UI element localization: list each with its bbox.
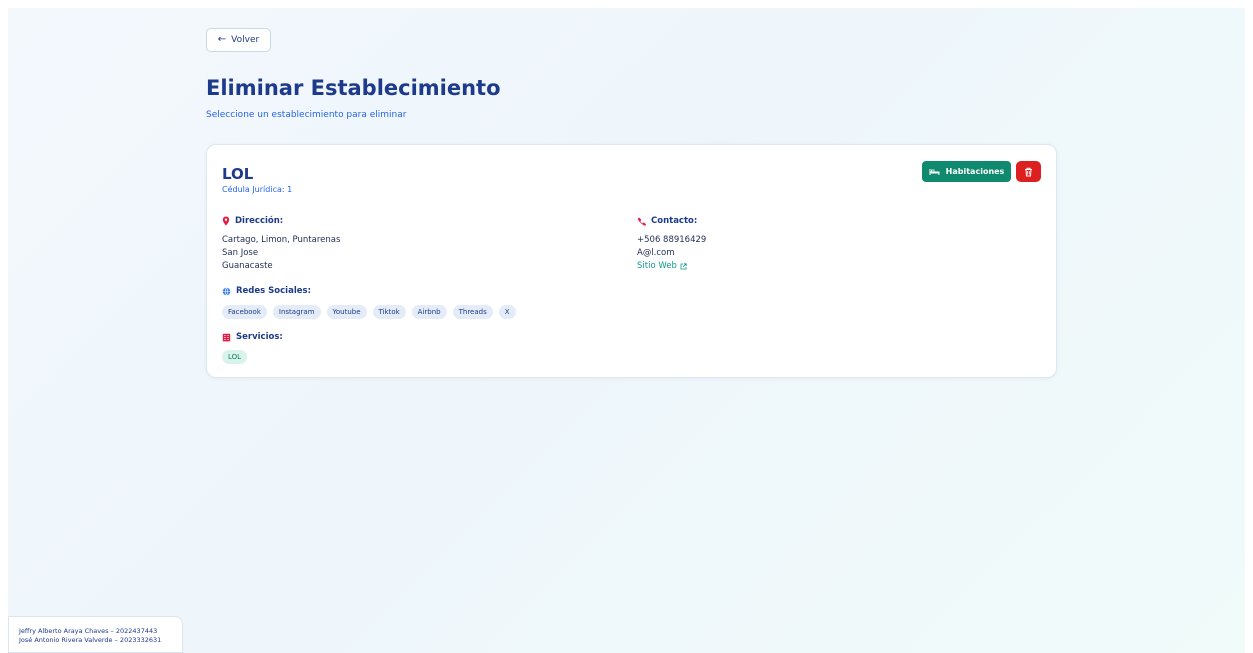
address-lines: Cartago, Limon, Puntarenas San Jose Guan…: [222, 234, 340, 273]
establishment-name: LOL: [222, 165, 254, 183]
social-tag-instagram[interactable]: Instagram: [272, 305, 321, 319]
arrow-left-icon: ←: [217, 34, 227, 45]
page: ← Volver Eliminar Establecimiento Selecc…: [8, 8, 1245, 653]
back-button-label: Volver: [231, 35, 260, 45]
address-line: Guanacaste: [222, 261, 273, 271]
credit-line: José Antonio Rivera Valverde – 202333263…: [19, 636, 162, 644]
contact-phone: +506 88916429: [637, 235, 707, 245]
delete-button[interactable]: [1016, 161, 1041, 182]
phone-icon: [637, 217, 646, 226]
social-heading-label: Redes Sociales:: [236, 286, 311, 296]
social-tag-youtube[interactable]: Youtube: [326, 305, 367, 319]
social-tag-facebook[interactable]: Facebook: [222, 305, 267, 319]
address-heading: Dirección:: [222, 216, 283, 226]
address-line: San Jose: [222, 248, 259, 258]
credits-footer: Jeffry Alberto Araya Chaves – 2022437443…: [8, 616, 183, 653]
address-heading-label: Dirección:: [235, 216, 284, 226]
location-pin-icon: [222, 216, 230, 226]
social-tag-airbnb[interactable]: Airbnb: [411, 305, 447, 319]
address-line: Cartago, Limon, Puntarenas: [222, 235, 341, 245]
social-tag-tiktok[interactable]: Tiktok: [372, 305, 406, 319]
services-heading: Servicios:: [222, 332, 283, 342]
building-icon: [222, 333, 231, 341]
bed-icon: [929, 168, 940, 175]
page-subtitle: Seleccione un establecimiento para elimi…: [206, 110, 407, 120]
page-title: Eliminar Establecimiento: [206, 76, 501, 100]
website-link[interactable]: Sitio Web: [637, 260, 687, 273]
credit-line: Jeffry Alberto Araya Chaves – 2022437443: [19, 627, 158, 635]
website-link-label: Sitio Web: [637, 261, 677, 271]
establishment-cedula: Cédula Jurídica: 1: [222, 185, 293, 194]
social-tag-x[interactable]: X: [498, 305, 516, 319]
contact-heading-label: Contacto:: [651, 216, 698, 226]
rooms-button-label: Habitaciones: [945, 167, 1005, 176]
service-tag: LOL: [222, 350, 248, 364]
trash-icon: [1025, 167, 1032, 176]
social-tag-threads[interactable]: Threads: [452, 305, 493, 319]
services-heading-label: Servicios:: [236, 332, 283, 342]
social-heading: Redes Sociales:: [222, 286, 311, 296]
globe-icon: [222, 287, 231, 295]
social-tags: Facebook Instagram Youtube Tiktok Airbnb…: [222, 305, 516, 319]
back-button[interactable]: ← Volver: [206, 28, 271, 52]
contact-heading: Contacto:: [637, 216, 697, 226]
contact-email: A@l.com: [637, 248, 675, 258]
contact-lines: +506 88916429 A@l.com Sitio Web: [637, 234, 706, 273]
rooms-button[interactable]: Habitaciones: [922, 161, 1011, 182]
establishment-card: LOL Cédula Jurídica: 1 Habitaciones Dire…: [206, 144, 1057, 378]
external-link-icon: [680, 263, 687, 270]
